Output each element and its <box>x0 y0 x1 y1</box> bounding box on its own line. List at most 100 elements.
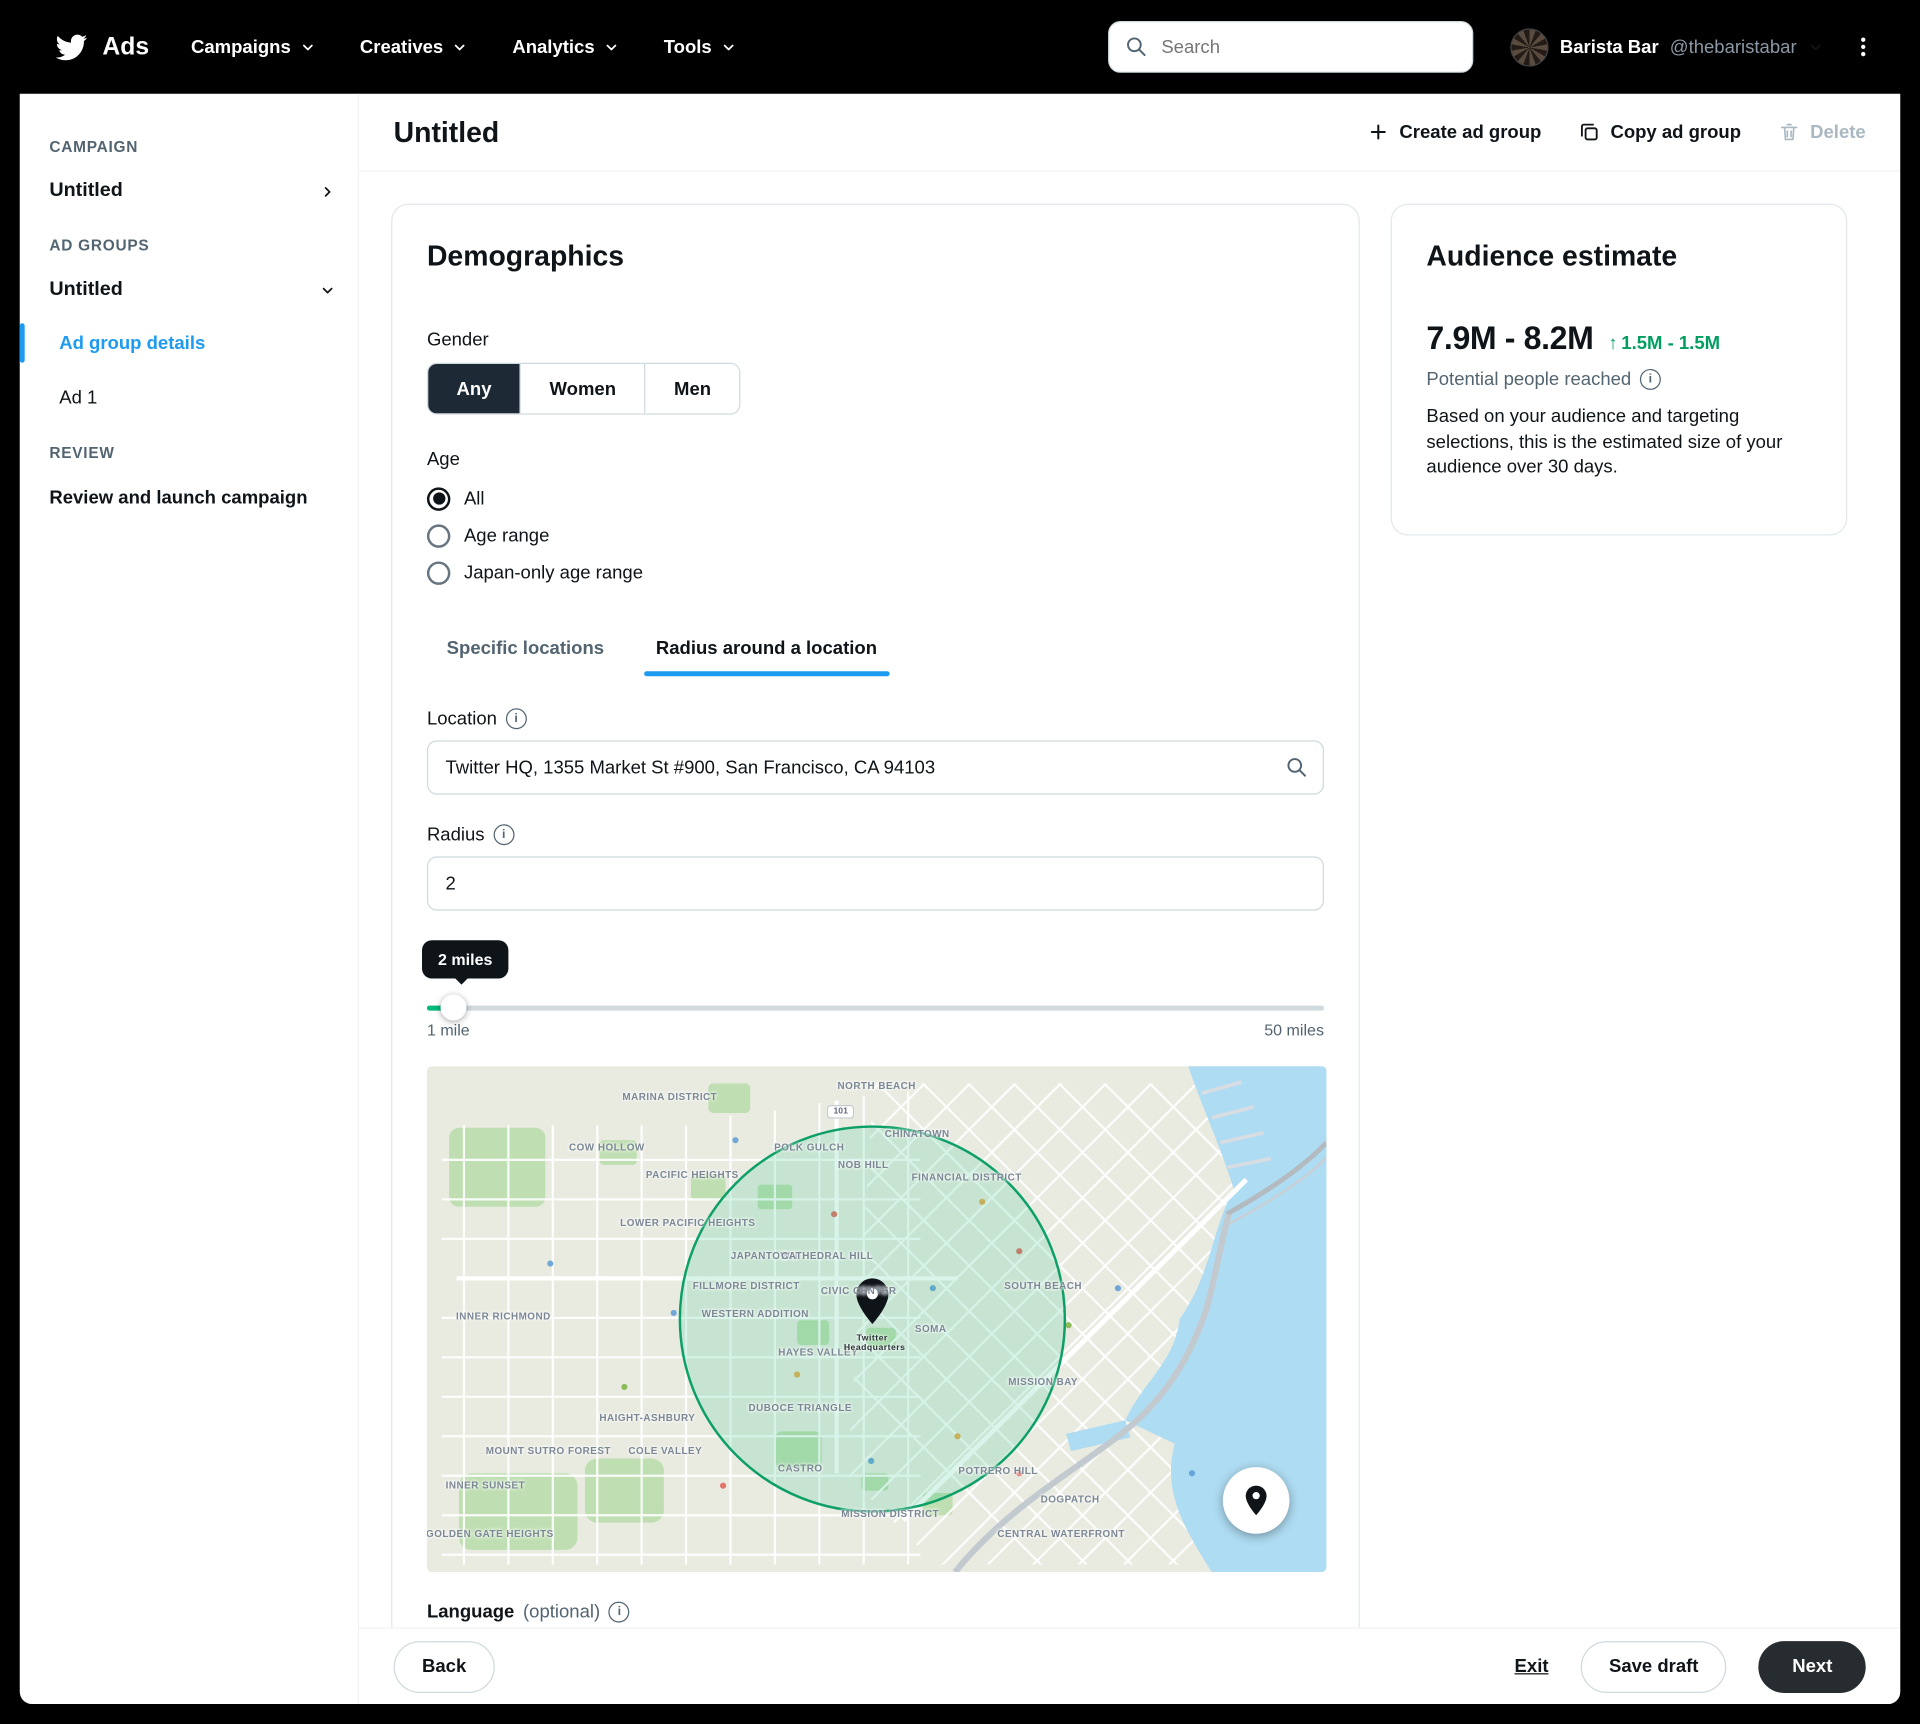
ad-group-details-label: Ad group details <box>59 332 206 354</box>
avatar <box>1510 27 1549 67</box>
delete-button[interactable]: Delete <box>1778 121 1866 143</box>
radio-checked-icon <box>426 486 451 511</box>
campaign-section-label: CAMPAIGN <box>49 138 139 156</box>
demographics-card: Demographics Gender Any Women Men Age Al… <box>391 203 1360 1705</box>
tab-specific-locations[interactable]: Specific locations <box>427 623 624 674</box>
radio-icon <box>426 523 451 548</box>
nav-creatives-label: Creatives <box>359 36 444 58</box>
chevron-down-icon <box>302 44 313 50</box>
next-button[interactable]: Next <box>1758 1640 1866 1693</box>
gender-any-button[interactable]: Any <box>428 364 520 414</box>
main-scroll: Demographics Gender Any Women Men Age Al… <box>359 172 1900 1705</box>
sidebar-item-campaign[interactable]: Untitled <box>20 165 358 217</box>
gender-label: Gender <box>426 329 489 351</box>
back-button[interactable]: Back <box>393 1640 495 1693</box>
map-pin-button[interactable] <box>1222 1467 1290 1534</box>
info-icon[interactable] <box>493 824 515 846</box>
bottom-bar: Back Exit Save draft Next <box>359 1627 1901 1705</box>
create-ad-group-button[interactable]: Create ad group <box>1367 121 1541 143</box>
language-optional-label: (optional) <box>522 1601 601 1623</box>
location-label-row: Location <box>427 708 1324 730</box>
account-menu[interactable]: Barista Bar @thebaristabar <box>1510 27 1824 67</box>
info-icon[interactable] <box>1639 368 1661 390</box>
copy-ad-group-button[interactable]: Copy ad group <box>1578 121 1741 143</box>
tab-specific-locations-label: Specific locations <box>446 637 605 659</box>
tab-radius-around-location[interactable]: Radius around a location <box>636 623 897 677</box>
chevron-down-icon <box>455 44 465 50</box>
audience-estimate-card: Audience estimate 7.9M - 8.2M 1.5M - 1.5… <box>1390 203 1848 536</box>
sidebar-item-review-launch[interactable]: Review and launch campaign <box>20 471 358 523</box>
nav-tools[interactable]: Tools <box>664 36 737 57</box>
age-japan-label: Japan-only age range <box>463 562 644 584</box>
create-ad-group-label: Create ad group <box>1399 121 1542 143</box>
app: Ads Campaigns Creatives Analytics Tools <box>0 0 1920 1724</box>
location-input-wrap <box>426 740 1325 795</box>
campaign-name: Untitled <box>49 180 123 202</box>
bottom-bar-right: Exit Save draft Next <box>1515 1640 1866 1693</box>
nav-creatives[interactable]: Creatives <box>360 36 468 57</box>
gender-men-button[interactable]: Men <box>644 364 740 414</box>
slider-thumb[interactable] <box>440 994 467 1021</box>
language-label: Language <box>426 1601 515 1623</box>
location-tabs: Specific locations Radius around a locat… <box>427 623 1324 677</box>
brand[interactable]: Ads <box>54 30 149 63</box>
twitter-bird-icon <box>55 34 88 60</box>
sidebar-item-ad-group[interactable]: Untitled <box>20 264 358 316</box>
chevron-down-icon <box>322 287 333 293</box>
search-icon <box>1127 37 1146 57</box>
save-draft-button[interactable]: Save draft <box>1580 1640 1727 1693</box>
radio-icon <box>426 560 451 585</box>
audience-numbers: 7.9M - 8.2M 1.5M - 1.5M <box>1426 320 1811 358</box>
info-icon[interactable] <box>505 708 527 730</box>
pin-icon <box>1245 1485 1267 1516</box>
account-handle: @thebaristabar <box>1669 36 1797 58</box>
age-option-range[interactable]: Age range <box>426 517 1324 554</box>
nav-campaigns[interactable]: Campaigns <box>191 36 315 57</box>
radius-label: Radius <box>426 824 485 846</box>
exit-button[interactable]: Exit <box>1515 1656 1549 1677</box>
arrow-up-icon <box>1608 333 1617 354</box>
search-icon <box>1287 758 1307 777</box>
overflow-menu-icon[interactable] <box>1851 35 1876 60</box>
nav-analytics[interactable]: Analytics <box>512 36 619 57</box>
audience-subtitle: Potential people reached <box>1426 368 1632 390</box>
location-map[interactable]: MARINA DISTRICT NORTH BEACH COW HOLLOW PACI… <box>426 1066 1327 1573</box>
header-actions: Create ad group Copy ad group Delete <box>1367 121 1866 143</box>
sidebar-item-ad-1[interactable]: Ad 1 <box>20 370 358 424</box>
radius-label-row: Radius <box>426 824 1324 846</box>
audience-subtitle-row: Potential people reached <box>1426 368 1811 390</box>
slider-max-label: 50 miles <box>1264 1020 1325 1039</box>
chevron-down-icon <box>1810 44 1821 50</box>
audience-delta-value: 1.5M - 1.5M <box>1621 333 1721 355</box>
map-canvas <box>426 1066 1327 1573</box>
age-option-all[interactable]: All <box>426 480 1324 517</box>
audience-range: 7.9M - 8.2M <box>1426 319 1594 357</box>
info-icon[interactable] <box>608 1601 630 1623</box>
sidebar: CAMPAIGN Untitled AD GROUPS Untitled Ad … <box>19 93 360 1705</box>
nav-campaigns-label: Campaigns <box>191 36 291 58</box>
gender-women-button[interactable]: Women <box>519 364 645 414</box>
location-input[interactable] <box>426 740 1325 795</box>
copy-icon <box>1581 123 1598 141</box>
ad-groups-section-label: AD GROUPS <box>49 236 150 255</box>
radius-slider[interactable] <box>426 994 1325 1021</box>
chevron-right-icon <box>324 186 331 197</box>
slider-min-label: 1 mile <box>426 1020 470 1039</box>
page-title: Untitled <box>393 115 500 148</box>
main: Untitled Create ad group Copy ad group D… <box>359 94 1901 1705</box>
chevron-down-icon <box>723 44 734 50</box>
audience-title: Audience estimate <box>1426 239 1678 272</box>
review-section-label: REVIEW <box>49 444 115 462</box>
account-name: Barista Bar <box>1559 36 1659 58</box>
search-box <box>1108 20 1474 73</box>
ad-group-name: Untitled <box>49 278 123 300</box>
age-all-label: All <box>463 488 485 509</box>
sidebar-item-ad-group-details[interactable]: Ad group details <box>19 316 358 370</box>
copy-ad-group-label: Copy ad group <box>1610 121 1742 143</box>
search-input[interactable] <box>1108 20 1474 73</box>
slider-labels: 1 mile 50 miles <box>427 1020 1324 1039</box>
main-header: Untitled Create ad group Copy ad group D… <box>359 94 1901 172</box>
age-option-japan[interactable]: Japan-only age range <box>426 554 1324 591</box>
brand-name: Ads <box>102 32 150 60</box>
radius-input[interactable] <box>426 856 1325 911</box>
